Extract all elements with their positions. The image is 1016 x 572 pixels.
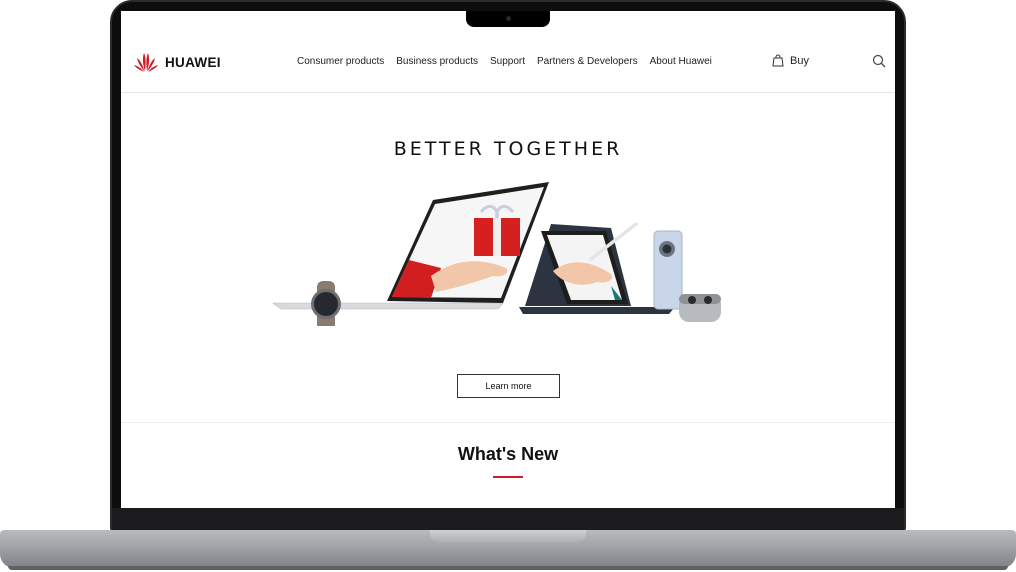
hero-product-image [272,182,721,326]
laptop-bezel-bottom [112,508,904,530]
title-underline [493,476,523,478]
huawei-flower-icon [134,53,158,72]
laptop-product-base [272,302,504,310]
main-nav: Consumer products Business products Supp… [297,56,712,67]
learn-more-button[interactable]: Learn more [457,374,560,398]
laptop-base-edge [8,566,1008,570]
shopping-bag-icon [772,54,784,67]
nav-item-partners-developers[interactable]: Partners & Developers [537,56,638,67]
camera-notch [466,11,550,27]
hero-title: BETTER TOGETHER [393,138,623,160]
logo-text: HUAWEI [165,54,221,70]
nav-item-consumer-products[interactable]: Consumer products [297,56,384,67]
nav-item-support[interactable]: Support [490,56,525,67]
whats-new-title: What's New [457,444,559,464]
huawei-logo[interactable]: HUAWEI [133,51,221,73]
buy-label: Buy [790,54,809,67]
nav-item-business-products[interactable]: Business products [396,56,478,67]
section-divider [121,422,895,423]
browser-screen: HUAWEI Consumer products Business produc… [121,11,895,508]
camera-icon [506,16,511,21]
nav-item-about-huawei[interactable]: About Huawei [650,56,712,67]
search-icon[interactable] [872,54,886,68]
tablet-keyboard [519,307,675,314]
laptop-opening-notch [430,530,586,543]
buy-button[interactable]: Buy [772,54,809,67]
